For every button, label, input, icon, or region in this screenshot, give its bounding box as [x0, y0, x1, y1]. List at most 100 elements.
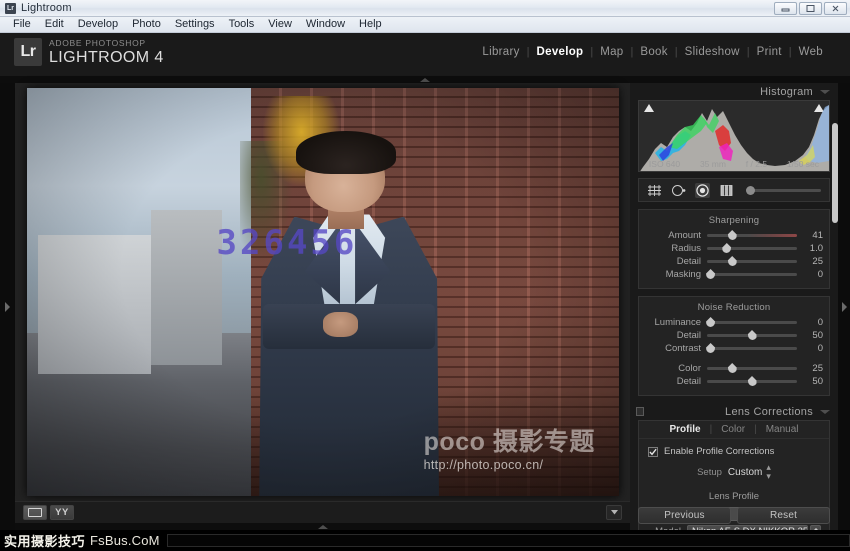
chevron-down-icon [610, 510, 618, 515]
checkmark-icon [649, 448, 657, 455]
nr-color-track[interactable] [707, 363, 797, 373]
module-develop[interactable]: Develop [530, 46, 591, 58]
close-button[interactable] [824, 2, 847, 15]
right-panel-collapse-handle[interactable] [838, 83, 850, 530]
spot-removal-tool-icon[interactable] [671, 183, 686, 198]
slider-row[interactable]: Detail 25 [639, 255, 829, 268]
lens-profile-title: Lens Profile [708, 491, 760, 502]
chevron-down-icon [820, 89, 830, 94]
right-panel-scrollbar[interactable] [832, 123, 838, 223]
bottom-status-bar: 实用摄影技巧 FsBus.CoM [0, 530, 850, 551]
slider-row[interactable]: Color 25 [639, 362, 829, 375]
left-panel-collapse-handle[interactable] [0, 83, 15, 530]
slider-row[interactable]: Luminance 0 [639, 316, 829, 329]
maximize-button[interactable] [799, 2, 822, 15]
identity-plate[interactable]: Lr ADOBE PHOTOSHOP LIGHTROOM 4 [14, 38, 164, 66]
slider-row[interactable]: Contrast 0 [639, 342, 829, 355]
module-book[interactable]: Book [633, 46, 674, 58]
module-map[interactable]: Map [593, 46, 630, 58]
module-print[interactable]: Print [750, 46, 789, 58]
slider-knob[interactable] [727, 256, 737, 266]
tab-separator: | [709, 424, 713, 435]
menu-view[interactable]: View [261, 17, 299, 32]
module-library[interactable]: Library [475, 46, 526, 58]
slider-knob[interactable] [722, 243, 732, 253]
lens-corrections-toggle-switch[interactable] [636, 407, 644, 416]
setup-row[interactable]: Setup Custom ▴ ▾ [639, 461, 829, 485]
develop-tool-strip [638, 178, 830, 202]
menu-window[interactable]: Window [299, 17, 352, 32]
slider-row[interactable]: Detail 50 [639, 329, 829, 342]
sharpening-radius-value: 1.0 [809, 243, 823, 254]
menu-develop[interactable]: Develop [71, 17, 125, 32]
photo-stage[interactable]: 326456 poco 摄影专题 http://photo.poco.cn/ [15, 83, 630, 501]
nr-luminance-track[interactable] [706, 317, 797, 327]
tab-manual[interactable]: Manual [766, 424, 799, 435]
setup-value[interactable]: Custom [728, 467, 762, 478]
adjustment-brush-size-slider[interactable] [746, 185, 821, 195]
right-panel: Histogram ISO 640 35 mm f / 2.5 1/50 sec… [630, 83, 838, 530]
slider-knob[interactable] [727, 230, 737, 240]
red-eye-correction-tool-icon[interactable] [695, 182, 710, 198]
menu-edit[interactable]: Edit [38, 17, 71, 32]
enable-profile-corrections-checkbox[interactable] [648, 446, 658, 457]
window-controls [774, 2, 847, 15]
top-panel-collapse-handle[interactable] [0, 76, 850, 83]
nr-color-detail-track[interactable] [707, 376, 797, 386]
slider-row[interactable]: Detail 50 [639, 375, 829, 388]
center-work-area: 326456 poco 摄影专题 http://photo.poco.cn/ Y… [15, 83, 630, 530]
adjustment-brush-tool-icon[interactable] [746, 185, 755, 195]
slider-row[interactable]: Radius 1.0 [639, 242, 829, 255]
slider-knob[interactable] [706, 343, 716, 353]
module-web[interactable]: Web [792, 46, 830, 58]
top-module-bar: Lr ADOBE PHOTOSHOP LIGHTROOM 4 Library |… [0, 33, 850, 76]
minimize-button[interactable] [774, 2, 797, 15]
sharpening-radius-track[interactable] [707, 243, 797, 253]
graduated-filter-tool-icon[interactable] [719, 183, 734, 198]
reset-button[interactable]: Reset [737, 507, 830, 524]
histogram-graph[interactable]: ISO 640 35 mm f / 2.5 1/50 sec [638, 100, 830, 172]
slider-row[interactable]: Masking 0 [639, 268, 829, 281]
menu-file[interactable]: File [6, 17, 38, 32]
nr-contrast-track[interactable] [706, 343, 797, 353]
filmstrip-collapse-handle[interactable] [15, 523, 630, 530]
app-icon: Lr [5, 2, 16, 14]
nr-color-value: 25 [812, 363, 823, 374]
crop-overlay-tool-icon[interactable] [647, 183, 662, 198]
nr-color-detail-value: 50 [812, 376, 823, 387]
sharpening-detail-label: Detail [676, 256, 701, 267]
nr-detail-track[interactable] [707, 330, 797, 340]
enable-profile-corrections-row[interactable]: Enable Profile Corrections [639, 439, 829, 461]
photo-preview[interactable]: 326456 poco 摄影专题 http://photo.poco.cn/ [26, 88, 619, 496]
histogram-title: Histogram [760, 85, 813, 98]
menu-photo[interactable]: Photo [125, 17, 168, 32]
menu-settings[interactable]: Settings [168, 17, 222, 32]
menu-help[interactable]: Help [352, 17, 389, 32]
sharpening-amount-track[interactable] [707, 230, 797, 240]
sharpening-detail-track[interactable] [707, 256, 797, 266]
histogram-panel-header[interactable]: Histogram [630, 83, 838, 100]
slider-row[interactable]: Amount 41 [639, 229, 829, 242]
sharpening-masking-track[interactable] [706, 269, 797, 279]
compare-view-button[interactable]: YY [50, 505, 74, 520]
product-line: LIGHTROOM 4 [49, 49, 164, 66]
nr-detail-value: 50 [812, 330, 823, 341]
module-slideshow[interactable]: Slideshow [678, 46, 747, 58]
slider-knob[interactable] [747, 330, 757, 340]
slider-knob[interactable] [706, 269, 716, 279]
slider-knob[interactable] [747, 376, 757, 386]
lens-corrections-panel-header[interactable]: Lens Corrections [630, 403, 838, 420]
tab-profile[interactable]: Profile [669, 424, 700, 435]
slider-knob[interactable] [706, 317, 716, 327]
chevron-down-icon [820, 409, 830, 414]
loupe-view-button[interactable] [23, 505, 47, 520]
previous-button[interactable]: Previous [638, 507, 731, 524]
lightroom-shell: Lr ADOBE PHOTOSHOP LIGHTROOM 4 Library |… [0, 33, 850, 530]
slider-knob[interactable] [727, 363, 737, 373]
tab-color[interactable]: Color [721, 424, 745, 435]
menu-tools[interactable]: Tools [222, 17, 262, 32]
noise-reduction-title: Noise Reduction [697, 302, 771, 313]
setup-stepper-icon[interactable]: ▴ ▾ [766, 463, 771, 481]
toolbar-options-button[interactable] [606, 505, 622, 520]
chevron-up-icon [317, 524, 328, 529]
